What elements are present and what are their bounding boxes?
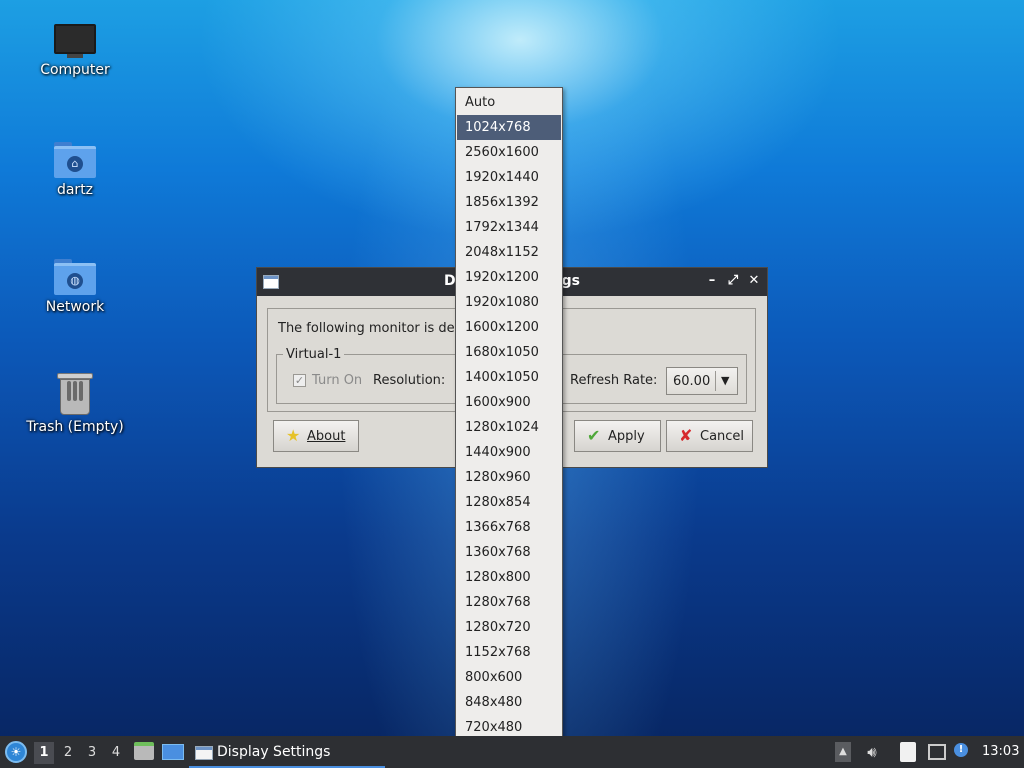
resolution-option[interactable]: 1920x1440 — [457, 165, 561, 190]
turn-on-checkbox[interactable]: ✓ — [293, 374, 306, 387]
resolution-option[interactable]: 1280x800 — [457, 565, 561, 590]
volume-icon[interactable]: 🔊︎ — [862, 742, 882, 762]
taskbar: ☀ 1 2 3 4 Display Settings ▲ 🔊︎ ! 13:03 — [0, 736, 1024, 768]
desktop-icon-label: Computer — [40, 62, 110, 78]
close-icon[interactable]: ✕ — [745, 272, 763, 290]
resolution-option[interactable]: 1400x1050 — [457, 365, 561, 390]
trash-icon — [57, 373, 93, 415]
resolution-option[interactable]: 1280x768 — [457, 590, 561, 615]
resolution-option[interactable]: 848x480 — [457, 690, 561, 715]
network-icon[interactable] — [928, 744, 946, 760]
resolution-option[interactable]: 1360x768 — [457, 540, 561, 565]
monitor-name: Virtual-1 — [283, 347, 345, 362]
tray-expand-icon[interactable]: ▲ — [835, 742, 851, 762]
desktop-icon-label: Network — [45, 299, 105, 315]
clipboard-icon[interactable] — [900, 742, 916, 762]
apply-button[interactable]: ✔ Apply — [574, 420, 661, 452]
star-icon: ★ — [286, 426, 301, 445]
refresh-rate-value: 60.00 — [673, 374, 711, 389]
app-menu-icon[interactable]: ☀ — [5, 741, 27, 763]
update-notification-icon[interactable]: ! — [954, 743, 968, 757]
desktop-icon-label: dartz — [56, 182, 94, 198]
desktop-icon-trash[interactable]: Trash (Empty) — [15, 373, 135, 435]
cancel-button[interactable]: ✘ Cancel — [666, 420, 753, 452]
checkmark-icon: ✔ — [587, 426, 601, 445]
workspace-4[interactable]: 4 — [106, 742, 126, 764]
file-manager-icon[interactable] — [134, 742, 154, 760]
minimize-icon[interactable]: – — [703, 272, 721, 290]
resolution-option[interactable]: 1600x900 — [457, 390, 561, 415]
resolution-option[interactable]: 800x600 — [457, 665, 561, 690]
resolution-option[interactable]: 1024x768 — [457, 115, 561, 140]
resolution-option[interactable]: Auto — [457, 90, 561, 115]
about-button[interactable]: ★ About — [273, 420, 359, 452]
refresh-rate-combo[interactable]: 60.00 ▼ — [666, 367, 738, 395]
workspace-1[interactable]: 1 — [34, 742, 54, 764]
computer-icon — [54, 24, 96, 58]
desktop-icon-network[interactable]: ◍ Network — [15, 257, 135, 315]
desktop-icon-label: Trash (Empty) — [26, 419, 124, 435]
home-folder-icon: ⌂ — [54, 140, 96, 178]
monitor-message: The following monitor is de — [278, 321, 455, 336]
resolution-option[interactable]: 1366x768 — [457, 515, 561, 540]
resolution-option[interactable]: 1920x1200 — [457, 265, 561, 290]
resolution-option[interactable]: 1440x900 — [457, 440, 561, 465]
cancel-x-icon: ✘ — [679, 426, 693, 445]
clock: 13:03 — [982, 744, 1020, 759]
chevron-down-icon: ▼ — [721, 374, 730, 387]
resolution-option[interactable]: 1280x720 — [457, 615, 561, 640]
resolution-option[interactable]: 1600x1200 — [457, 315, 561, 340]
resolution-option[interactable]: 1280x854 — [457, 490, 561, 515]
resolution-option[interactable]: 1792x1344 — [457, 215, 561, 240]
window-icon — [195, 746, 213, 760]
desktop-icon-computer[interactable]: Computer — [15, 24, 135, 78]
resolution-option[interactable]: 1920x1080 — [457, 290, 561, 315]
resolution-option[interactable]: 2048x1152 — [457, 240, 561, 265]
taskbar-task-display-settings[interactable]: Display Settings — [189, 738, 385, 768]
task-label: Display Settings — [217, 744, 331, 760]
maximize-icon[interactable]: ⤢ — [724, 272, 742, 290]
resolution-label: Resolution: — [373, 373, 446, 388]
desktop-icon-home[interactable]: ⌂ dartz — [15, 140, 135, 198]
show-desktop-icon[interactable] — [162, 744, 184, 760]
refresh-rate-label: Refresh Rate: — [570, 373, 658, 388]
turn-on-label: Turn On — [312, 373, 363, 388]
resolution-option[interactable]: 2560x1600 — [457, 140, 561, 165]
resolution-option[interactable]: 1152x768 — [457, 640, 561, 665]
network-folder-icon: ◍ — [54, 257, 96, 295]
workspace-3[interactable]: 3 — [82, 742, 102, 764]
resolution-option[interactable]: 1280x1024 — [457, 415, 561, 440]
resolution-option[interactable]: 1280x960 — [457, 465, 561, 490]
workspace-2[interactable]: 2 — [58, 742, 78, 764]
resolution-option[interactable]: 1680x1050 — [457, 340, 561, 365]
resolution-option[interactable]: 1856x1392 — [457, 190, 561, 215]
resolution-dropdown[interactable]: Auto 1024x768 2560x1600 1920x1440 1856x1392 1… — [455, 87, 563, 766]
